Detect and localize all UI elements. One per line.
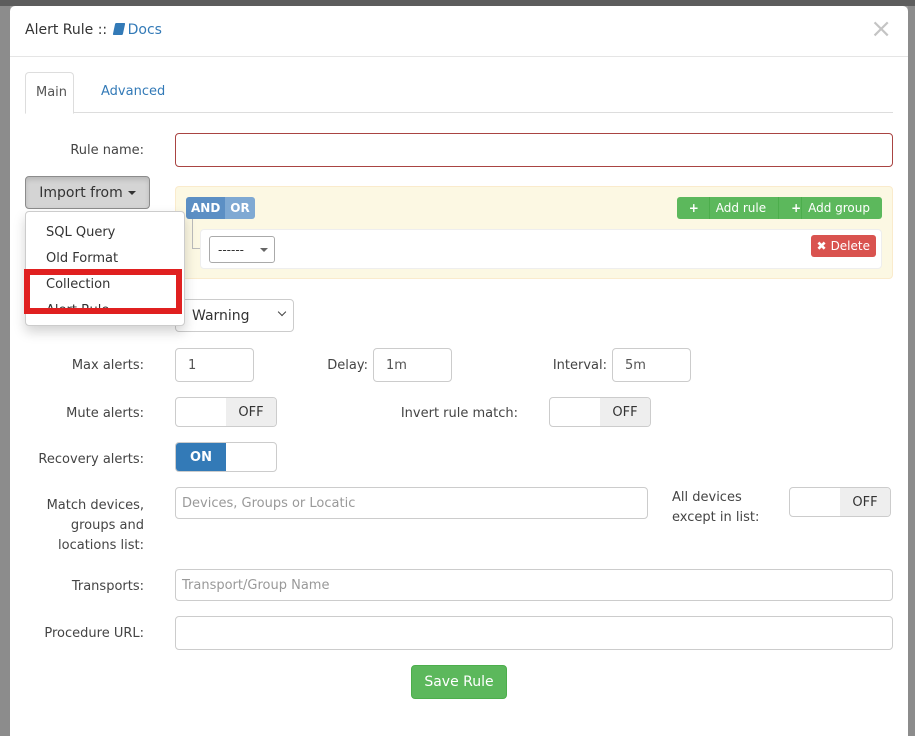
severity-select[interactable]: Warning — [175, 299, 294, 332]
docs-link[interactable]: Docs — [112, 22, 162, 38]
rule-field-value: ------ — [218, 242, 244, 257]
book-icon — [112, 23, 125, 35]
interval-label: Interval: — [552, 358, 607, 373]
invert-rule-toggle[interactable]: OFF — [549, 397, 651, 427]
toggle-blank — [226, 443, 276, 471]
tab-bar: Main Advanced — [25, 72, 893, 114]
delete-label: Delete — [830, 239, 870, 253]
rule-field-select[interactable]: ------ — [209, 236, 275, 263]
backdrop-right — [908, 6, 915, 736]
recovery-alerts-label: Recovery alerts: — [38, 452, 144, 467]
toggle-blank — [790, 488, 840, 516]
modal-title-prefix: Alert Rule :: — [25, 22, 108, 38]
match-label-line2: groups and — [70, 518, 144, 533]
add-rule-button[interactable]: + Add rule — [676, 197, 779, 219]
add-group-label: Add group — [801, 197, 876, 219]
max-alerts-label: Max alerts: — [71, 358, 144, 373]
toggle-on-label: ON — [176, 443, 226, 471]
match-devices-label: Match devices, groups and locations list… — [20, 496, 144, 556]
recovery-alerts-toggle[interactable]: ON — [175, 442, 277, 472]
import-from-button[interactable]: Import from — [25, 176, 150, 209]
close-icon: ✖ — [816, 239, 827, 253]
rule-name-input[interactable] — [175, 133, 893, 167]
save-rule-button[interactable]: Save Rule — [411, 665, 507, 699]
procedure-url-label: Procedure URL: — [44, 626, 144, 641]
toggle-off-label: OFF — [226, 398, 276, 426]
rule-name-label: Rule name: — [70, 143, 144, 158]
mute-alerts-label: Mute alerts: — [66, 406, 144, 421]
menu-item-old-format[interactable]: Old Format — [46, 251, 118, 266]
and-or-toggle: AND OR — [186, 197, 255, 219]
match-devices-input[interactable]: Devices, Groups or Locatic — [175, 487, 648, 519]
import-from-label: Import from — [39, 184, 123, 201]
procedure-url-input[interactable] — [175, 616, 893, 650]
caret-down-icon — [260, 248, 268, 252]
circle-plus-icon: + — [785, 197, 801, 219]
plus-icon: + — [682, 197, 705, 219]
match-label-line1: Match devices, — [46, 498, 144, 513]
tab-main[interactable]: Main — [25, 72, 74, 114]
tab-advanced[interactable]: Advanced — [91, 72, 175, 113]
chevron-down-icon — [277, 307, 287, 317]
caret-down-icon — [127, 190, 136, 195]
add-rule-label: Add rule — [708, 197, 773, 219]
severity-value: Warning — [192, 307, 250, 324]
or-button[interactable]: OR — [225, 197, 255, 219]
transports-input[interactable]: Transport/Group Name — [175, 569, 893, 601]
backdrop-left — [0, 6, 10, 736]
highlight-box — [24, 269, 182, 314]
menu-item-sql-query[interactable]: SQL Query — [46, 225, 115, 240]
invert-rule-label: Invert rule match: — [400, 406, 518, 421]
delete-rule-button[interactable]: ✖ Delete — [810, 235, 876, 257]
all-devices-line2: except in list: — [672, 510, 760, 525]
max-alerts-input[interactable]: 1 — [175, 348, 254, 382]
transports-label: Transports: — [71, 579, 144, 594]
modal-title: Alert Rule :: Docs — [25, 22, 162, 38]
close-button[interactable]: × — [870, 16, 892, 42]
rule-row: ------ ✖ Delete — [200, 229, 882, 269]
toggle-off-label: OFF — [840, 488, 890, 516]
all-devices-label: All devices except in list: — [672, 488, 777, 528]
all-devices-toggle[interactable]: OFF — [789, 487, 891, 517]
match-label-line3: locations list: — [58, 538, 144, 553]
transports-placeholder: Transport/Group Name — [182, 577, 330, 593]
match-devices-placeholder: Devices, Groups or Locatic — [182, 495, 356, 511]
delay-label: Delay: — [327, 358, 368, 373]
toggle-blank — [176, 398, 226, 426]
modal-header: Alert Rule :: Docs × — [10, 6, 908, 57]
mute-alerts-toggle[interactable]: OFF — [175, 397, 277, 427]
and-button[interactable]: AND — [186, 197, 226, 219]
add-group-button[interactable]: + Add group — [778, 197, 882, 219]
toggle-off-label: OFF — [600, 398, 650, 426]
add-buttons: + Add rule + Add group — [676, 197, 882, 219]
docs-label: Docs — [127, 22, 162, 38]
interval-input[interactable]: 5m — [612, 348, 691, 382]
delay-input[interactable]: 1m — [373, 348, 452, 382]
query-builder: AND OR + Add rule + Add group ------ ✖ Dele… — [175, 186, 893, 279]
all-devices-line1: All devices — [672, 490, 742, 505]
toggle-blank — [550, 398, 600, 426]
